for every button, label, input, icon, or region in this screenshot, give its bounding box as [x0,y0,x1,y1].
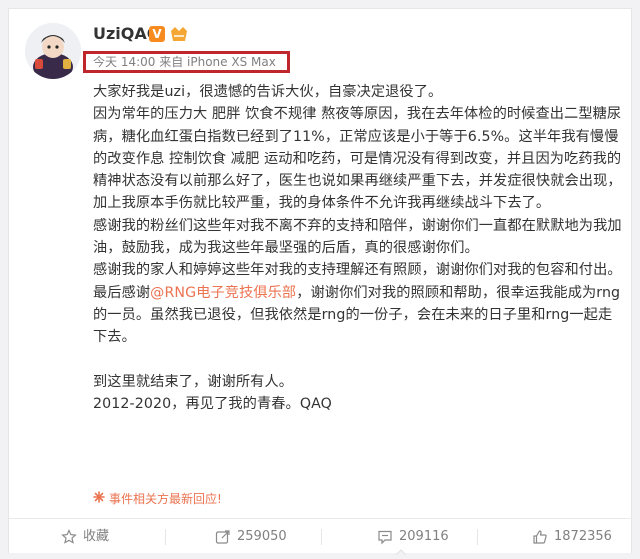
weibo-post-card: UziQAQ V 今天 14:00 来自 iPhone XS Max 大家好我是… [8,8,633,555]
repost-icon [215,530,230,544]
paragraph: 大家好我是uzi，很遗憾的告诉大伙，自豪决定退役了。 [93,84,443,100]
star-icon [61,529,77,544]
paragraph: 感谢我的粉丝们这些年对我不离不弃的支持和陪伴，谢谢你们一直都在默默地为我加油，鼓… [93,217,622,257]
repost-count: 259050 [237,529,287,544]
comment-button[interactable]: 209116 [377,519,449,555]
paragraph: 因为常年的压力大 肥胖 饮食不规律 熬夜等原因，我在去年体检的时候查出二型糖尿病… [93,106,622,212]
paragraph: 感谢我的家人和婷婷这些年对我的支持理解还有照顾，谢谢你们对我的包容和付出。 [93,262,622,279]
mention-link[interactable]: @RNG电子竞技俱乐部 [150,285,296,301]
verified-badge-icon: V [149,26,165,42]
post-content: 大家好我是uzi，很遗憾的告诉大伙，自豪决定退役了。 因为常年的压力大 肥胖 饮… [93,81,623,415]
sparkle-icon [93,491,105,507]
closing-line: 到这里就结束了，谢谢所有人。 [93,373,294,390]
event-notice-link[interactable]: 事件相关方最新回应! [93,491,222,507]
divider [477,529,478,545]
divider [165,529,166,545]
action-bar: 收藏 259050 209116 1872356 [9,518,633,555]
member-level-icon [169,25,189,43]
comment-icon [378,530,392,545]
like-count: 1872356 [554,529,612,544]
paragraph-prefix: 最后感谢 [93,284,151,301]
avatar-image [25,23,81,79]
comment-count: 209116 [399,529,449,544]
paragraph: 最后感谢@RNG电子竞技俱乐部，谢谢你们对我的照顾和帮助，很幸运我能成为rng的… [93,282,623,349]
event-notice-text: 事件相关方最新回应! [109,492,222,506]
repost-button[interactable]: 259050 [215,519,287,555]
favorite-button[interactable]: 收藏 [61,519,109,555]
closing-line: 2012-2020，再见了我的青春。QAQ [93,396,332,413]
post-meta: 今天 14:00 来自 iPhone XS Max [83,51,290,73]
favorite-label: 收藏 [83,529,110,544]
thumbs-up-icon [533,530,547,544]
comment-caret-icon [395,540,407,556]
divider [321,529,322,545]
like-button[interactable]: 1872356 [532,519,612,555]
avatar[interactable] [25,23,81,79]
